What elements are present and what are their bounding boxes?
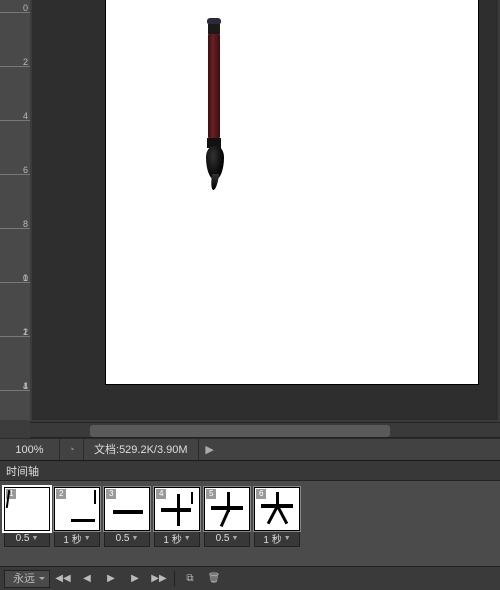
- frame-1[interactable]: 1 0.5▼: [4, 487, 50, 547]
- canvas-viewport[interactable]: [32, 0, 498, 420]
- frame-delay[interactable]: 0.5▼: [4, 531, 50, 547]
- zoom-level[interactable]: 100%: [0, 439, 60, 460]
- chevron-down-icon: ▼: [84, 535, 91, 542]
- frame-thumb[interactable]: 4: [154, 487, 200, 531]
- frame-number: 2: [56, 489, 66, 499]
- preview-icon[interactable]: ◔: [60, 439, 84, 460]
- frames-row: 1 0.5▼ 2 1 秒▼ 3 0.5▼: [0, 481, 500, 547]
- separator: [174, 571, 175, 587]
- timeline-controls: 永远 ◀◀ ◀ ▶ ▶ ▶▶ ⧉ 🗑: [0, 566, 500, 590]
- frame-thumb[interactable]: 2: [54, 487, 100, 531]
- frame-number: 4: [156, 489, 166, 499]
- status-play-icon[interactable]: ▶: [199, 439, 221, 460]
- horizontal-scrollbar[interactable]: [30, 422, 500, 438]
- status-bar: 100% ◔ 文档:529.2K/3.90M ▶: [0, 438, 500, 460]
- frame-delay[interactable]: 0.5▼: [204, 531, 250, 547]
- frame-number: 6: [256, 489, 266, 499]
- doc-info-label: 文档:: [94, 444, 119, 456]
- frame-delay[interactable]: 1 秒▼: [254, 531, 300, 547]
- frame-number: 5: [206, 489, 216, 499]
- chevron-down-icon: ▼: [31, 535, 38, 542]
- first-frame-button[interactable]: ◀◀: [52, 570, 74, 588]
- brush-artwork: [206, 18, 222, 202]
- frame-delay[interactable]: 0.5▼: [104, 531, 150, 547]
- timeline-title: 时间轴: [6, 463, 39, 479]
- duplicate-frame-button[interactable]: ⧉: [179, 570, 201, 588]
- frame-5[interactable]: 5 0.5▼: [204, 487, 250, 547]
- frame-delay[interactable]: 1 秒▼: [54, 531, 100, 547]
- timeline-header[interactable]: 时间轴: [0, 461, 500, 481]
- vertical-ruler: 0 2 4 6 8 10 12 14: [0, 0, 30, 420]
- next-frame-button[interactable]: ▶: [124, 570, 146, 588]
- frame-6[interactable]: 6 1 秒▼: [254, 487, 300, 547]
- document-canvas[interactable]: [106, 0, 478, 384]
- frame-thumb[interactable]: 6: [254, 487, 300, 531]
- play-button[interactable]: ▶: [100, 570, 122, 588]
- prev-frame-button[interactable]: ◀: [76, 570, 98, 588]
- frame-2[interactable]: 2 1 秒▼: [54, 487, 100, 547]
- frame-thumb[interactable]: 1: [4, 487, 50, 531]
- frame-thumb[interactable]: 5: [204, 487, 250, 531]
- doc-info-value: 529.2K/3.90M: [119, 444, 188, 456]
- chevron-down-icon: ▼: [284, 535, 291, 542]
- scrollbar-thumb[interactable]: [90, 425, 390, 437]
- loop-mode-select[interactable]: 永远: [4, 570, 50, 588]
- editor-area: 0 2 4 6 8 10 12 14 100% ◔ 文档:529.2K/3.90…: [0, 0, 500, 460]
- delete-frame-button[interactable]: 🗑: [203, 570, 225, 588]
- timeline-panel: 时间轴 1 0.5▼ 2 1 秒▼ 3: [0, 460, 500, 590]
- frame-4[interactable]: 4 1 秒▼: [154, 487, 200, 547]
- last-frame-button[interactable]: ▶▶: [148, 570, 170, 588]
- chevron-down-icon: ▼: [184, 535, 191, 542]
- chevron-down-icon: ▼: [231, 535, 238, 542]
- frame-number: 3: [106, 489, 116, 499]
- frame-delay[interactable]: 1 秒▼: [154, 531, 200, 547]
- chevron-down-icon: ▼: [131, 535, 138, 542]
- document-info: 文档:529.2K/3.90M: [84, 439, 199, 460]
- frame-thumb[interactable]: 3: [104, 487, 150, 531]
- frame-3[interactable]: 3 0.5▼: [104, 487, 150, 547]
